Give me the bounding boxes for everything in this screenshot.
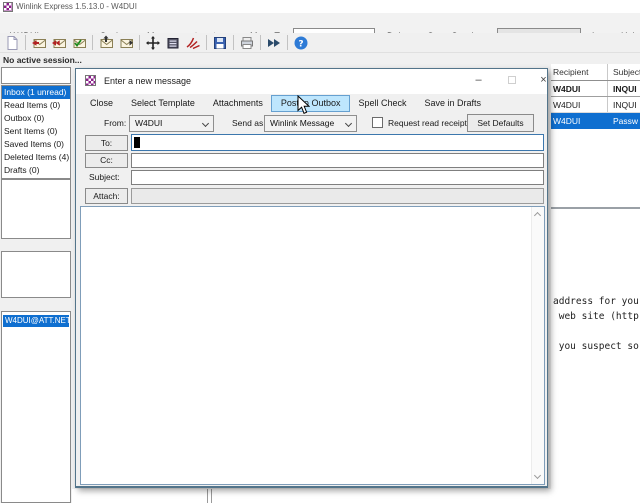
pane-sash[interactable] bbox=[211, 489, 212, 503]
scroll-down-icon[interactable] bbox=[534, 472, 541, 479]
message-list: W4DUIINQUIW4DUIINQUIW4DUIPassw bbox=[551, 81, 640, 129]
main-toolbar: ? bbox=[0, 33, 640, 53]
read-receipt-label: Request read receipt bbox=[388, 118, 467, 128]
svg-text:?: ? bbox=[298, 39, 303, 49]
winlink-express-window: Winlink Express 1.5.13.0 - W4DUI W4DUI S… bbox=[0, 0, 640, 503]
compose-dialog: Enter a new message – × CloseSelect Temp… bbox=[75, 68, 548, 488]
sidebar-item-drafts-0[interactable]: Drafts (0) bbox=[2, 164, 70, 177]
toolbar-separator bbox=[287, 35, 288, 50]
cell-subject: INQUI bbox=[608, 97, 640, 112]
main-menubar: W4DUI Settings Message Attachments Move … bbox=[0, 13, 640, 33]
compose-menu-close[interactable]: Close bbox=[81, 96, 122, 111]
winlink-dialog-icon bbox=[85, 75, 96, 86]
account-item-w4dui-att-net[interactable]: W4DUI@ATT.NET bbox=[3, 315, 69, 327]
minimize-button[interactable]: – bbox=[463, 69, 494, 92]
move-cross-icon[interactable] bbox=[144, 35, 161, 51]
maximize-icon bbox=[508, 76, 516, 84]
pane-splitter[interactable] bbox=[551, 207, 640, 209]
compose-menu-spell-check[interactable]: Spell Check bbox=[349, 96, 415, 111]
scroll-up-icon[interactable] bbox=[534, 212, 541, 219]
save-icon[interactable] bbox=[211, 35, 228, 51]
from-label: From: bbox=[104, 118, 126, 128]
cell-recipient: W4DUI bbox=[551, 81, 608, 96]
subject-input[interactable] bbox=[131, 170, 544, 185]
envelope-seal-icon[interactable] bbox=[117, 35, 134, 51]
message-body-input[interactable] bbox=[80, 206, 545, 485]
toolbar-separator bbox=[139, 35, 140, 50]
attach-button[interactable]: Attach: bbox=[85, 188, 128, 204]
send-as-label: Send as: bbox=[232, 118, 266, 128]
toolbar-separator bbox=[92, 35, 93, 50]
sidebar-item-inbox-1-unread[interactable]: Inbox (1 unread) bbox=[2, 86, 70, 99]
message-row[interactable]: W4DUIINQUI bbox=[551, 97, 640, 113]
account-list: W4DUI@ATT.NET bbox=[1, 311, 71, 503]
forward-arrows-icon[interactable] bbox=[265, 35, 282, 51]
content-background bbox=[72, 489, 640, 503]
toolbar-separator bbox=[206, 35, 207, 50]
window-title: Winlink Express 1.5.13.0 - W4DUI bbox=[16, 2, 137, 11]
envelope-check-icon[interactable] bbox=[70, 35, 87, 51]
message-list-header: Recipient Subject bbox=[551, 64, 640, 81]
message-row[interactable]: W4DUIPassw bbox=[551, 113, 640, 129]
folder-filter-box[interactable] bbox=[1, 67, 71, 84]
compose-menu-save-in-drafts[interactable]: Save in Drafts bbox=[416, 96, 491, 111]
envelope-lock-icon[interactable] bbox=[97, 35, 114, 51]
message-pane: Recipient Subject W4DUIINQUIW4DUIINQUIW4… bbox=[551, 64, 640, 503]
sidebar-item-read-items-0[interactable]: Read Items (0) bbox=[2, 99, 70, 112]
envelope-in-icon[interactable] bbox=[30, 35, 47, 51]
sidebar-item-outbox-0[interactable]: Outbox (0) bbox=[2, 112, 70, 125]
compose-title: Enter a new message bbox=[104, 76, 191, 86]
set-defaults-button[interactable]: Set Defaults bbox=[467, 114, 534, 132]
cell-subject: INQUI bbox=[608, 81, 640, 96]
to-input[interactable] bbox=[131, 134, 544, 151]
session-status: No active session... bbox=[3, 55, 82, 65]
reading-pane-text: address for you web site (http you suspe… bbox=[553, 294, 639, 354]
maps-panel[interactable] bbox=[1, 251, 71, 298]
pane-sash[interactable] bbox=[207, 489, 208, 503]
compose-menubar: CloseSelect TemplateAttachmentsPost to O… bbox=[77, 94, 547, 112]
subject-label: Subject: bbox=[89, 172, 120, 182]
send-as-select[interactable]: Winlink Message bbox=[264, 115, 357, 132]
text-caret bbox=[134, 137, 140, 148]
maximize-button[interactable] bbox=[496, 69, 527, 92]
help-icon[interactable]: ? bbox=[292, 35, 309, 51]
keyboard-icon[interactable] bbox=[164, 35, 181, 51]
to-button[interactable]: To: bbox=[85, 135, 128, 151]
attach-input[interactable] bbox=[131, 188, 544, 204]
antenna-icon[interactable] bbox=[184, 35, 201, 51]
from-select[interactable]: W4DUI bbox=[129, 115, 214, 132]
body-scrollbar[interactable] bbox=[531, 207, 544, 484]
contacts-panel[interactable] bbox=[1, 179, 71, 239]
main-titlebar: Winlink Express 1.5.13.0 - W4DUI bbox=[0, 0, 640, 13]
sidebar-item-sent-items-0[interactable]: Sent Items (0) bbox=[2, 125, 70, 138]
compose-menu-select-template[interactable]: Select Template bbox=[122, 96, 204, 111]
cell-recipient: W4DUI bbox=[551, 113, 608, 128]
compose-menu-attachments[interactable]: Attachments bbox=[204, 96, 272, 111]
read-receipt-checkbox[interactable] bbox=[372, 117, 383, 128]
toolbar-separator bbox=[260, 35, 261, 50]
mouse-cursor bbox=[297, 95, 310, 115]
cc-button[interactable]: Cc: bbox=[85, 153, 128, 168]
cell-subject: Passw bbox=[608, 113, 640, 128]
compose-titlebar[interactable]: Enter a new message – × bbox=[76, 69, 547, 94]
sidebar-item-saved-items-0[interactable]: Saved Items (0) bbox=[2, 138, 70, 151]
close-button[interactable]: × bbox=[528, 69, 559, 92]
compose-menu-post-to-outbox[interactable]: Post to Outbox bbox=[272, 96, 350, 111]
cell-recipient: W4DUI bbox=[551, 97, 608, 112]
chevron-down-icon bbox=[345, 120, 352, 127]
sidebar-item-deleted-items-4[interactable]: Deleted Items (4) bbox=[2, 151, 70, 164]
column-recipient[interactable]: Recipient bbox=[551, 64, 608, 80]
print-icon[interactable] bbox=[238, 35, 255, 51]
message-row[interactable]: W4DUIINQUI bbox=[551, 81, 640, 97]
new-document-icon[interactable] bbox=[3, 35, 20, 51]
envelope-reply-icon[interactable] bbox=[50, 35, 67, 51]
chevron-down-icon bbox=[202, 120, 209, 127]
folder-list: Inbox (1 unread)Read Items (0)Outbox (0)… bbox=[1, 85, 71, 179]
toolbar-separator bbox=[25, 35, 26, 50]
column-subject[interactable]: Subject bbox=[608, 64, 640, 80]
cc-input[interactable] bbox=[131, 153, 544, 168]
toolbar-separator bbox=[233, 35, 234, 50]
winlink-app-icon bbox=[3, 2, 13, 12]
